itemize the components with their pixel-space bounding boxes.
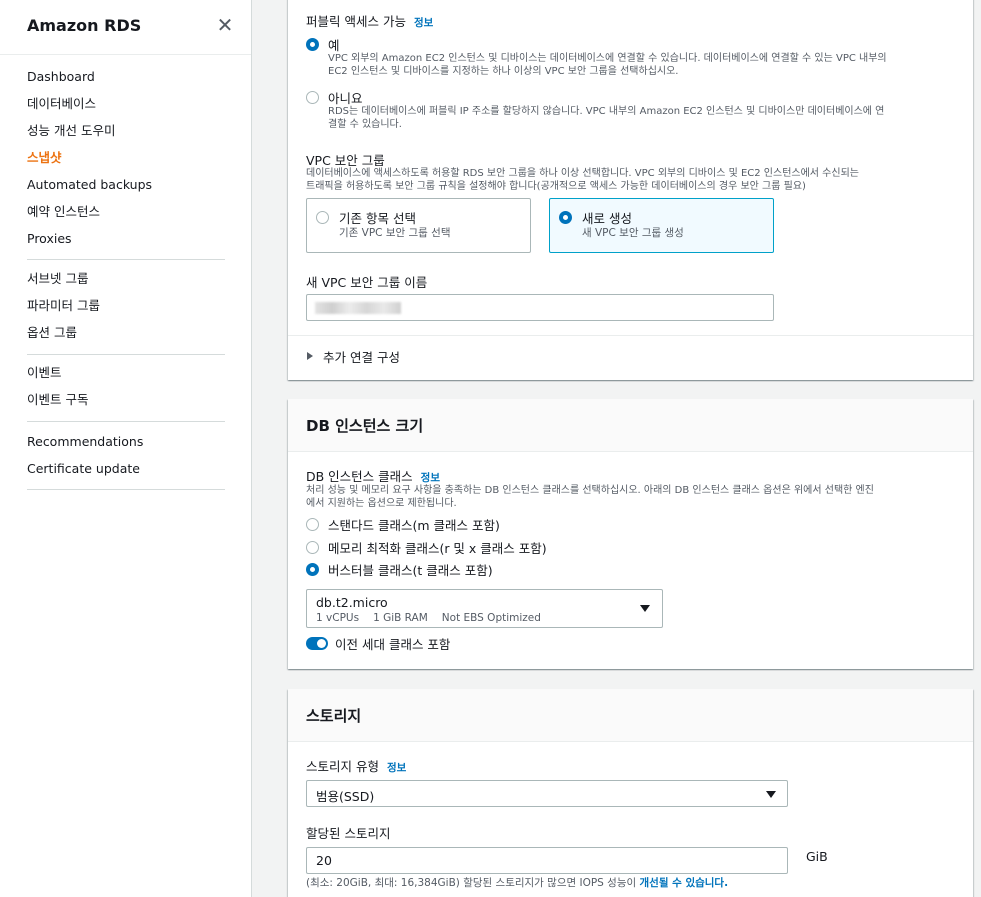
- sidebar-item-snapshots[interactable]: 스냅샷: [27, 144, 225, 171]
- storage-header: 스토리지: [288, 689, 973, 742]
- vpc-sg-tile-existing[interactable]: 기존 항목 선택 기존 VPC 보안 그룹 선택: [306, 198, 531, 253]
- vpc-sg-desc-line2: 트래픽을 허용하도록 보안 그룹 규칙을 설정해야 합니다(공개적으로 액세스 …: [306, 181, 806, 192]
- allocated-storage-input[interactable]: 20: [306, 847, 788, 874]
- instance-class-value: db.t2.micro: [316, 595, 388, 610]
- instance-class-info-link[interactable]: 정보: [421, 472, 440, 484]
- sidebar-divider: [27, 421, 225, 422]
- allocated-storage-unit: GiB: [806, 849, 828, 864]
- public-access-no-radio[interactable]: [306, 91, 319, 104]
- previous-gen-label: 이전 세대 클래스 포함: [335, 637, 451, 652]
- caret-down-icon: [640, 605, 650, 612]
- public-access-info-link[interactable]: 정보: [414, 17, 433, 29]
- instance-size-panel: DB 인스턴스 크기 DB 인스턴스 클래스 정보 처리 성능 및 메모리 요구 …: [288, 399, 973, 669]
- vpc-sg-new-desc: 새 VPC 보안 그룹 생성: [582, 227, 684, 239]
- sidebar-item-automated-backups[interactable]: Automated backups: [27, 171, 225, 198]
- instance-class-select[interactable]: db.t2.micro 1 vCPUs 1 GiB RAM Not EBS Opti…: [306, 589, 663, 628]
- sidebar-item-subnet-groups[interactable]: 서브넷 그룹: [27, 265, 225, 292]
- sidebar-item-proxies[interactable]: Proxies: [27, 225, 225, 252]
- public-access-no-desc-line1: RDS는 데이터베이스에 퍼블릭 IP 주소를 할당하지 않습니다. VPC 내…: [328, 106, 885, 117]
- sidebar-group-config: 서브넷 그룹 파라미터 그룹 옵션 그룹: [27, 265, 225, 346]
- sidebar: Amazon RDS ✕ Dashboard 데이터베이스 성능 개선 도우미 …: [0, 0, 252, 897]
- sidebar-item-certificate-update[interactable]: Certificate update: [27, 455, 225, 482]
- storage-panel: 스토리지 스토리지 유형 정보 범용(SSD) 할당된 스토리지 20 GiB (…: [288, 689, 973, 897]
- instance-class-vcpus: 1 vCPUs: [316, 612, 360, 624]
- sidebar-item-events[interactable]: 이벤트: [27, 359, 225, 386]
- public-access-yes-desc: VPC 외부의 Amazon EC2 인스턴스 및 디바이스는 데이터베이스에 …: [328, 52, 958, 78]
- allocated-storage-label: 할당된 스토리지: [306, 826, 391, 841]
- connectivity-panel: 퍼블릭 액세스 가능 정보 예 VPC 외부의 Amazon EC2 인스턴스 및…: [288, 0, 973, 380]
- class-standard-radio[interactable]: [306, 518, 319, 531]
- public-access-label-text: 퍼블릭 액세스 가능: [306, 14, 406, 29]
- storage-type-select[interactable]: 범용(SSD): [306, 780, 788, 807]
- storage-title: 스토리지: [306, 707, 362, 725]
- sidebar-group-main: Dashboard 데이터베이스 성능 개선 도우미 스냅샷 Automated…: [27, 63, 225, 252]
- iops-improve-link[interactable]: 개선될 수 있습니다.: [640, 877, 729, 889]
- storage-type-label: 스토리지 유형 정보: [306, 756, 406, 775]
- sidebar-item-recommendations[interactable]: Recommendations: [27, 428, 225, 455]
- vpc-sg-existing-desc: 기존 VPC 보안 그룹 선택: [339, 227, 451, 239]
- class-standard-label: 스탠다드 클래스(m 클래스 포함): [328, 518, 500, 533]
- storage-type-value: 범용(SSD): [316, 789, 375, 804]
- public-access-no-desc-line2: 결할 수 있습니다.: [328, 119, 402, 130]
- public-access-no-desc: RDS는 데이터베이스에 퍼블릭 IP 주소를 할당하지 않습니다. VPC 내…: [328, 105, 958, 131]
- public-access-yes-desc-line1: VPC 외부의 Amazon EC2 인스턴스 및 디바이스는 데이터베이스에 …: [328, 53, 887, 64]
- instance-class-desc-line1: 처리 성능 및 메모리 요구 사항을 충족하는 DB 인스턴스 클래스를 선택하…: [306, 485, 874, 496]
- sidebar-item-option-groups[interactable]: 옵션 그룹: [27, 319, 225, 346]
- sidebar-item-databases[interactable]: 데이터베이스: [27, 90, 225, 117]
- previous-gen-toggle[interactable]: [306, 637, 328, 650]
- sidebar-divider: [27, 354, 225, 355]
- additional-config-label: 추가 연결 구성: [323, 350, 400, 365]
- close-icon[interactable]: ✕: [215, 15, 235, 35]
- public-access-label: 퍼블릭 액세스 가능 정보: [306, 11, 433, 30]
- instance-class-label: DB 인스턴스 클래스 정보: [306, 466, 440, 485]
- new-sg-name-label: 새 VPC 보안 그룹 이름: [306, 275, 428, 290]
- allocated-storage-hint-text: (최소: 20GiB, 최대: 16,384GiB) 할당된 스토리지가 많으면…: [306, 877, 640, 889]
- sidebar-group-misc: Recommendations Certificate update: [27, 428, 225, 482]
- class-burstable-label: 버스터블 클래스(t 클래스 포함): [328, 563, 493, 578]
- instance-class-ram: 1 GiB RAM: [373, 612, 428, 624]
- sidebar-header: Amazon RDS ✕: [0, 0, 251, 55]
- redacted-value: [315, 302, 401, 314]
- sidebar-divider: [27, 489, 225, 490]
- vpc-sg-tile-new[interactable]: 새로 생성 새 VPC 보안 그룹 생성: [549, 198, 774, 253]
- vpc-sg-desc: 데이터베이스에 액세스하도록 허용할 RDS 보안 그룹을 하나 이상 선택합니…: [306, 167, 966, 193]
- sidebar-item-performance-insights[interactable]: 성능 개선 도우미: [27, 117, 225, 144]
- sidebar-item-event-subscriptions[interactable]: 이벤트 구독: [27, 386, 225, 413]
- section-divider: [288, 335, 973, 336]
- allocated-storage-value: 20: [316, 853, 332, 868]
- public-access-yes-desc-line2: EC2 인스턴스 및 디바이스를 지정하는 하나 이상의 VPC 보안 그룹을 …: [328, 66, 679, 77]
- storage-type-info-link[interactable]: 정보: [387, 762, 406, 774]
- instance-class-desc-line2: 에서 지원하는 옵션으로 제한됩니다.: [306, 498, 457, 509]
- instance-class-desc: 처리 성능 및 메모리 요구 사항을 충족하는 DB 인스턴스 클래스를 선택하…: [306, 484, 966, 510]
- vpc-sg-desc-line1: 데이터베이스에 액세스하도록 허용할 RDS 보안 그룹을 하나 이상 선택합니…: [306, 168, 859, 179]
- additional-config-expander[interactable]: 추가 연결 구성: [306, 347, 506, 367]
- public-access-yes-radio[interactable]: [306, 38, 319, 51]
- class-memory-label: 메모리 최적화 클래스(r 및 x 클래스 포함): [328, 541, 547, 556]
- instance-class-label-text: DB 인스턴스 클래스: [306, 469, 413, 484]
- sidebar-title: Amazon RDS: [27, 16, 142, 35]
- sidebar-group-events: 이벤트 이벤트 구독: [27, 359, 225, 413]
- sidebar-item-reserved-instances[interactable]: 예약 인스턴스: [27, 198, 225, 225]
- sidebar-item-dashboard[interactable]: Dashboard: [27, 63, 225, 90]
- vpc-sg-new-radio[interactable]: [559, 211, 572, 224]
- vpc-sg-existing-radio[interactable]: [316, 211, 329, 224]
- storage-type-label-text: 스토리지 유형: [306, 759, 379, 774]
- caret-down-icon: [766, 791, 776, 798]
- class-memory-radio[interactable]: [306, 541, 319, 554]
- sidebar-item-parameter-groups[interactable]: 파라미터 그룹: [27, 292, 225, 319]
- new-sg-name-input[interactable]: [306, 294, 774, 321]
- instance-class-specs: 1 vCPUs 1 GiB RAM Not EBS Optimized: [316, 612, 541, 624]
- class-burstable-radio[interactable]: [306, 563, 319, 576]
- caret-right-icon: [307, 352, 313, 360]
- instance-size-title: DB 인스턴스 크기: [306, 417, 424, 435]
- allocated-storage-hint: (최소: 20GiB, 최대: 16,384GiB) 할당된 스토리지가 많으면…: [306, 877, 728, 890]
- instance-size-header: DB 인스턴스 크기: [288, 399, 973, 452]
- instance-class-ebs: Not EBS Optimized: [441, 612, 541, 624]
- sidebar-divider: [27, 259, 225, 260]
